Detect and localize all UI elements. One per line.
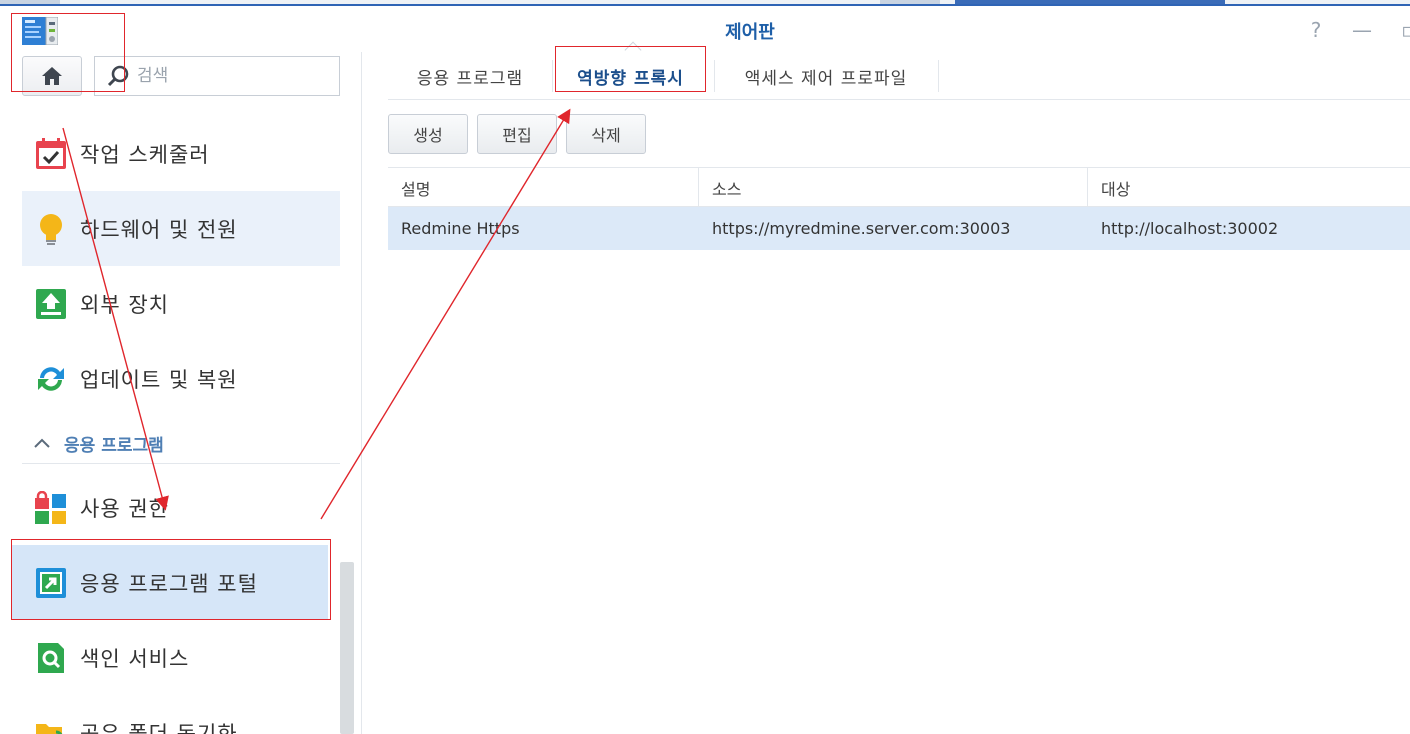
strip-fragment	[955, 0, 1225, 4]
sidebar-item-hardware-power[interactable]: 하드웨어 및 전원	[22, 191, 340, 266]
home-button[interactable]	[22, 56, 82, 96]
application-portal-icon	[34, 566, 68, 600]
sidebar-item-external-devices[interactable]: 외부 장치	[22, 266, 340, 341]
sidebar-item-privileges[interactable]: 사용 권한	[22, 470, 340, 545]
strip-fragment	[0, 0, 60, 4]
sidebar-item-label: 공유 폴더 동기화	[80, 721, 238, 734]
cell-destination: http://localhost:30002	[1101, 219, 1279, 238]
search-input[interactable]	[137, 66, 327, 86]
sidebar-item-application-portal[interactable]: 응용 프로그램 포털	[12, 545, 328, 620]
section-label: 응용 프로그램	[64, 436, 164, 456]
top-strip	[0, 0, 1410, 6]
section-header-applications[interactable]: 응용 프로그램	[22, 424, 340, 464]
delete-button[interactable]: 삭제	[566, 114, 646, 154]
sidebar-item-label: 업데이트 및 복원	[80, 367, 238, 392]
tab-reverse-proxy[interactable]: 역방향 프록시	[555, 52, 706, 100]
indexing-service-icon	[34, 641, 68, 675]
sidebar-item-label: 색인 서비스	[80, 646, 190, 671]
column-header-description[interactable]: 설명	[388, 168, 698, 208]
edit-button[interactable]: 편집	[477, 114, 557, 154]
tab-divider	[552, 60, 553, 92]
sidebar-item-shared-folder-sync[interactable]: 공유 폴더 동기화	[22, 695, 340, 734]
tab-divider	[938, 60, 939, 92]
task-scheduler-icon	[34, 137, 68, 171]
privileges-icon	[34, 490, 68, 525]
sidebar-scrollbar[interactable]	[340, 562, 354, 734]
sidebar-item-indexing-service[interactable]: 색인 서비스	[22, 620, 340, 695]
sidebar-item-task-scheduler[interactable]: 작업 스케줄러	[22, 116, 340, 191]
cell-source: https://myredmine.server.com:30003	[712, 219, 1011, 238]
column-header-destination[interactable]: 대상	[1088, 168, 1410, 208]
sidebar-item-update-restore[interactable]: 업데이트 및 복원	[22, 341, 340, 416]
create-button[interactable]: 생성	[388, 114, 468, 154]
chevron-up-icon	[34, 436, 50, 452]
sidebar-item-label: 하드웨어 및 전원	[80, 217, 238, 242]
lightbulb-icon	[34, 212, 68, 246]
title-bar: 제어판 ? — ▫	[0, 8, 1410, 52]
column-header-source[interactable]: 소스	[699, 168, 1087, 208]
help-icon[interactable]: ?	[1304, 18, 1328, 42]
external-device-icon	[34, 287, 68, 321]
sidebar-item-label: 사용 권한	[80, 496, 169, 521]
strip-fragment	[880, 0, 940, 4]
table-row[interactable]: Redmine Https https://myredmine.server.c…	[388, 207, 1410, 250]
sidebar: 작업 스케줄러 하드웨어 및 전원 외부 장치	[0, 52, 362, 734]
search-box[interactable]	[94, 56, 340, 96]
update-restore-icon	[34, 362, 68, 396]
tab-bar: 응용 프로그램 역방향 프록시 액세스 제어 프로파일	[388, 52, 1410, 100]
tab-divider	[714, 60, 715, 92]
sidebar-item-label: 작업 스케줄러	[80, 142, 210, 167]
tab-access-control-profile[interactable]: 액세스 제어 프로파일	[716, 52, 936, 100]
minimize-icon[interactable]: —	[1350, 18, 1374, 42]
table-header: 설명 소스 대상	[388, 167, 1410, 208]
shared-folder-sync-icon	[34, 716, 68, 734]
sidebar-item-label: 외부 장치	[80, 292, 169, 317]
home-icon	[42, 67, 62, 85]
window-title: 제어판	[725, 22, 775, 43]
restore-icon[interactable]: ▫	[1396, 18, 1410, 42]
sidebar-item-label: 응용 프로그램 포털	[80, 571, 258, 596]
tab-applications[interactable]: 응용 프로그램	[388, 52, 552, 100]
cell-description: Redmine Https	[401, 219, 520, 238]
search-icon	[107, 65, 129, 87]
